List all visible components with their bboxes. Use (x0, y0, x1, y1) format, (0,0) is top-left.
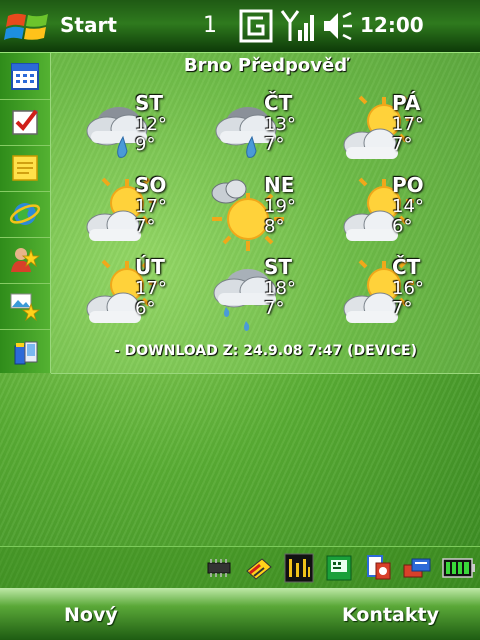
internet-explorer-icon (9, 203, 41, 225)
weather-forecast-panel[interactable]: Brno Předpověď ST 12° 9° ČT 13° 7° PÁ 17… (51, 53, 480, 374)
signal-icon[interactable] (280, 8, 316, 44)
high-temp: 17° (135, 278, 167, 299)
low-temp: 8° (264, 216, 285, 237)
sidebar-item-internet[interactable] (0, 191, 50, 238)
low-temp: 9° (135, 134, 156, 155)
sidebar-item-programs[interactable] (0, 329, 50, 375)
media-icon[interactable] (364, 553, 394, 583)
speaker-icon[interactable] (320, 8, 354, 44)
forecast-day[interactable]: ČT 13° 7° (208, 93, 328, 173)
day-name: ÚT (135, 255, 165, 279)
high-temp: 17° (392, 114, 424, 135)
network-icon[interactable] (402, 553, 432, 583)
windows-flag-icon (4, 13, 48, 40)
phone-app-icon[interactable] (324, 553, 354, 583)
forecast-day[interactable]: ÚT 17° 6° (79, 257, 199, 337)
high-temp: 17° (135, 196, 167, 217)
gprs-icon[interactable] (238, 8, 274, 44)
day-name: NE (264, 173, 295, 197)
tasks-icon (12, 109, 38, 135)
softkey-left-new[interactable]: Nový (64, 604, 118, 626)
softkey-right-contacts[interactable]: Kontakty (342, 604, 439, 626)
start-button[interactable] (0, 0, 56, 52)
shortcut-bar (0, 53, 51, 373)
day-name: ST (135, 91, 164, 115)
day-name: SO (135, 173, 167, 197)
high-temp: 18° (264, 278, 296, 299)
high-temp: 12° (135, 114, 167, 135)
notes-icon (12, 155, 38, 181)
low-temp: 6° (135, 298, 156, 319)
cleaner-icon[interactable] (244, 553, 274, 583)
day-name: ČT (392, 255, 421, 279)
forecast-day[interactable]: PO 14° 6° (336, 175, 456, 255)
forecast-day[interactable]: ST 12° 9° (79, 93, 199, 173)
binary-clock-icon[interactable] (284, 553, 314, 583)
download-info: - DOWNLOAD Z: 24.9.08 7:47 (DEVICE) (113, 343, 418, 359)
calendar-icon (11, 63, 39, 90)
day-name: PO (392, 173, 424, 197)
start-label[interactable]: Start (60, 13, 117, 37)
low-temp: 7° (392, 134, 413, 155)
low-temp: 7° (392, 298, 413, 319)
high-temp: 16° (392, 278, 424, 299)
sidebar-item-calendar[interactable] (0, 53, 50, 100)
pictures-icon (10, 293, 41, 322)
day-name: ČT (264, 91, 293, 115)
sidebar-item-pictures[interactable] (0, 283, 50, 330)
forecast-city-title: Brno Předpověď (183, 55, 348, 76)
forecast-day[interactable]: SO 17° 7° (79, 175, 199, 255)
low-temp: 7° (135, 216, 156, 237)
day-name: ST (264, 255, 293, 279)
forecast-day[interactable]: PÁ 17° 7° (336, 93, 456, 173)
sidebar-item-notes[interactable] (0, 145, 50, 192)
sidebar-item-tasks[interactable] (0, 99, 50, 146)
battery-icon[interactable] (442, 553, 476, 583)
low-temp: 7° (264, 298, 285, 319)
title-bar: Start 1 12:00 (0, 0, 480, 53)
notification-count[interactable]: 1 (203, 13, 217, 38)
high-temp: 14° (392, 196, 424, 217)
programs-icon (14, 341, 38, 365)
low-temp: 6° (392, 216, 413, 237)
high-temp: 13° (264, 114, 296, 135)
sidebar-item-contacts[interactable] (0, 237, 50, 284)
forecast-day[interactable]: NE 19° 8° (208, 175, 328, 255)
memory-chip-icon[interactable] (204, 553, 234, 583)
forecast-day[interactable]: ST 18° 7° (208, 257, 328, 337)
forecast-day[interactable]: ČT 16° 7° (336, 257, 456, 337)
clock[interactable]: 12:00 (360, 13, 424, 37)
day-name: PÁ (392, 91, 421, 115)
notification-tray (0, 546, 480, 589)
low-temp: 7° (264, 134, 285, 155)
high-temp: 19° (264, 196, 296, 217)
contacts-icon (11, 248, 41, 272)
softkey-bar: Nový Kontakty (0, 588, 480, 640)
